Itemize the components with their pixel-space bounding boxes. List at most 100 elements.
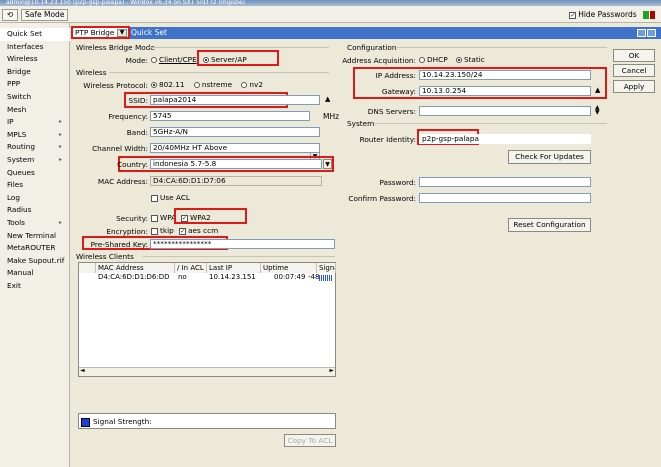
col-in-acl-label: In ACL bbox=[181, 264, 204, 272]
dhcp-radio[interactable] bbox=[419, 57, 425, 63]
wpa-checkbox[interactable]: WPA bbox=[151, 213, 176, 222]
country-select[interactable]: indonesia 5.7-5.8 bbox=[150, 159, 322, 169]
server-ap-radio[interactable]: Server/AP bbox=[197, 50, 279, 66]
country-dropdown-icon[interactable]: ▼ bbox=[323, 159, 332, 169]
col-uptime[interactable]: Uptime bbox=[261, 263, 317, 273]
chevron-down-icon[interactable]: ▼ bbox=[117, 29, 127, 37]
cell-uptime: 00:07:49 bbox=[274, 273, 306, 281]
sidebar-item-queues[interactable]: Queues bbox=[0, 167, 70, 180]
sidebar-item-routing[interactable]: Routing ▸ bbox=[0, 141, 70, 154]
col-in-acl[interactable]: / In ACL bbox=[175, 263, 207, 273]
sidebar-item-exit[interactable]: Exit bbox=[0, 280, 70, 293]
sidebar-item-quick-set[interactable]: Quick Set bbox=[0, 28, 70, 41]
close-icon[interactable] bbox=[647, 29, 656, 37]
divider bbox=[374, 123, 607, 124]
status-green-icon bbox=[643, 11, 649, 19]
sidebar-item-bridge[interactable]: Bridge bbox=[0, 66, 70, 79]
sidebar-item-wireless[interactable]: Wireless bbox=[0, 53, 70, 66]
frequency-select[interactable]: 5745 bbox=[150, 111, 310, 121]
divider bbox=[109, 72, 329, 73]
gateway-input[interactable]: 10.13.0.254 bbox=[419, 86, 591, 96]
col-last-ip[interactable]: Last IP bbox=[207, 263, 261, 273]
col-mac-address[interactable]: MAC Address bbox=[96, 263, 175, 273]
apply-button[interactable]: Apply bbox=[613, 80, 655, 93]
address-acquisition-radios[interactable]: DHCP Static bbox=[419, 55, 485, 64]
mode-select[interactable]: PTP Bridge ▼ bbox=[71, 26, 130, 39]
copy-to-acl-button[interactable]: Copy To ACL bbox=[284, 434, 336, 447]
submenu-arrow-icon: ▸ bbox=[58, 143, 62, 151]
wpa2-checkbox[interactable]: ✓ WPA2 bbox=[174, 208, 247, 224]
encryption-options[interactable]: tkip ✓ aes ccm bbox=[151, 226, 218, 235]
expand-updown-icon[interactable]: ▲ ▼ bbox=[595, 105, 600, 116]
dns-servers-input[interactable] bbox=[419, 106, 591, 116]
sidebar-item-make-supout-rif[interactable]: Make Supout.rif bbox=[0, 255, 70, 268]
security-label: Security: bbox=[116, 214, 148, 223]
safe-mode-button[interactable]: Safe Mode bbox=[21, 9, 69, 21]
cancel-button[interactable]: Cancel bbox=[613, 64, 655, 77]
ip-address-input[interactable]: 10.14.23.150/24 bbox=[419, 70, 591, 80]
scroll-right-icon[interactable]: ► bbox=[329, 367, 334, 374]
channel-width-select[interactable]: 20/40MHz HT Above bbox=[150, 143, 320, 153]
ip-address-label: IP Address: bbox=[375, 71, 416, 80]
static-radio[interactable] bbox=[455, 57, 462, 63]
protocol-nstreme-radio[interactable] bbox=[193, 82, 200, 88]
mac-address-label: MAC Address: bbox=[97, 177, 148, 186]
confirm-password-input[interactable] bbox=[419, 193, 591, 203]
undo-icon[interactable]: ⟲ bbox=[2, 9, 18, 21]
table-row[interactable]: D4:CA:6D:D1:D6:DD no 10.14.23.151 00:07:… bbox=[79, 273, 335, 282]
sidebar-item-label: Files bbox=[7, 180, 24, 190]
reset-configuration-button[interactable]: Reset Configuration bbox=[508, 218, 591, 232]
col-signal[interactable]: Signal bbox=[317, 263, 336, 273]
ssid-input[interactable]: palapa2014 bbox=[150, 95, 320, 105]
sidebar-item-label: Quick Set bbox=[7, 29, 42, 38]
sidebar-item-label: Mesh bbox=[7, 104, 27, 114]
collapse-up-icon[interactable]: ▲ bbox=[595, 86, 600, 94]
group-label-wireless: Wireless bbox=[76, 68, 107, 77]
sidebar-item-new-terminal[interactable]: New Terminal bbox=[0, 230, 70, 243]
restore-icon[interactable] bbox=[637, 29, 646, 37]
sidebar-item-system[interactable]: System ▸ bbox=[0, 154, 70, 167]
sidebar-item-log[interactable]: Log bbox=[0, 192, 70, 205]
sidebar-item-radius[interactable]: Radius bbox=[0, 204, 70, 217]
signal-bars-icon bbox=[319, 275, 333, 281]
group-label-wireless-clients: Wireless Clients bbox=[76, 252, 134, 261]
sidebar-item-label: MPLS bbox=[7, 129, 27, 139]
psk-input[interactable]: **************** bbox=[150, 239, 335, 249]
protocol-nv2-radio[interactable] bbox=[241, 82, 248, 88]
password-input[interactable] bbox=[419, 177, 591, 187]
sidebar-item-mpls[interactable]: MPLS ▸ bbox=[0, 129, 70, 142]
horizontal-scrollbar[interactable]: ◄ ► bbox=[79, 367, 335, 376]
sidebar-item-manual[interactable]: Manual bbox=[0, 267, 70, 280]
router-identity-label: Router Identity: bbox=[359, 135, 416, 144]
encryption-label: Encryption: bbox=[106, 227, 148, 236]
band-select[interactable]: 5GHz-A/N bbox=[150, 127, 320, 137]
check-for-updates-button[interactable]: Check For Updates bbox=[508, 150, 591, 164]
sidebar-item-tools[interactable]: Tools ▸ bbox=[0, 217, 70, 230]
client-radio[interactable]: Client/CPE bbox=[151, 55, 197, 64]
sidebar-item-label: System bbox=[7, 155, 35, 164]
tkip-checkbox[interactable] bbox=[151, 227, 158, 235]
collapse-up-icon[interactable]: ▲ bbox=[325, 95, 330, 103]
scroll-left-icon[interactable]: ◄ bbox=[80, 367, 85, 374]
use-acl-checkbox[interactable]: Use ACL bbox=[151, 193, 190, 202]
hide-passwords-toggle[interactable]: ✓ Hide Passwords bbox=[569, 9, 655, 21]
submenu-arrow-icon: ▸ bbox=[58, 118, 62, 126]
sidebar-item-files[interactable]: Files bbox=[0, 179, 70, 192]
hide-passwords-label: Hide Passwords bbox=[578, 10, 637, 19]
signal-strength-label: Signal Strength: bbox=[93, 417, 152, 426]
sidebar-item-switch[interactable]: Switch bbox=[0, 91, 70, 104]
sidebar-item-interfaces[interactable]: Interfaces bbox=[0, 41, 70, 54]
aes-checkbox[interactable]: ✓ bbox=[179, 227, 187, 235]
sidebar-item-metarouter[interactable]: MetaROUTER bbox=[0, 242, 70, 255]
router-identity-input[interactable]: p2p-gsp-palapa bbox=[419, 134, 591, 144]
sidebar-item-ppp[interactable]: PPP bbox=[0, 78, 70, 91]
mac-address-value: D4:CA:6D:D1:D7:06 bbox=[150, 176, 322, 186]
sidebar-item-mesh[interactable]: Mesh bbox=[0, 104, 70, 117]
hide-passwords-checkbox[interactable]: ✓ bbox=[569, 11, 577, 19]
wireless-protocol-radios[interactable]: 802.11 nstreme nv2 bbox=[151, 80, 263, 89]
sidebar-item-ip[interactable]: IP ▸ bbox=[0, 116, 70, 129]
quickset-title: Quick Set bbox=[131, 28, 167, 37]
ok-button[interactable]: OK bbox=[613, 49, 655, 62]
protocol-80211-radio[interactable] bbox=[151, 82, 157, 88]
dns-servers-label: DNS Servers: bbox=[367, 107, 416, 116]
